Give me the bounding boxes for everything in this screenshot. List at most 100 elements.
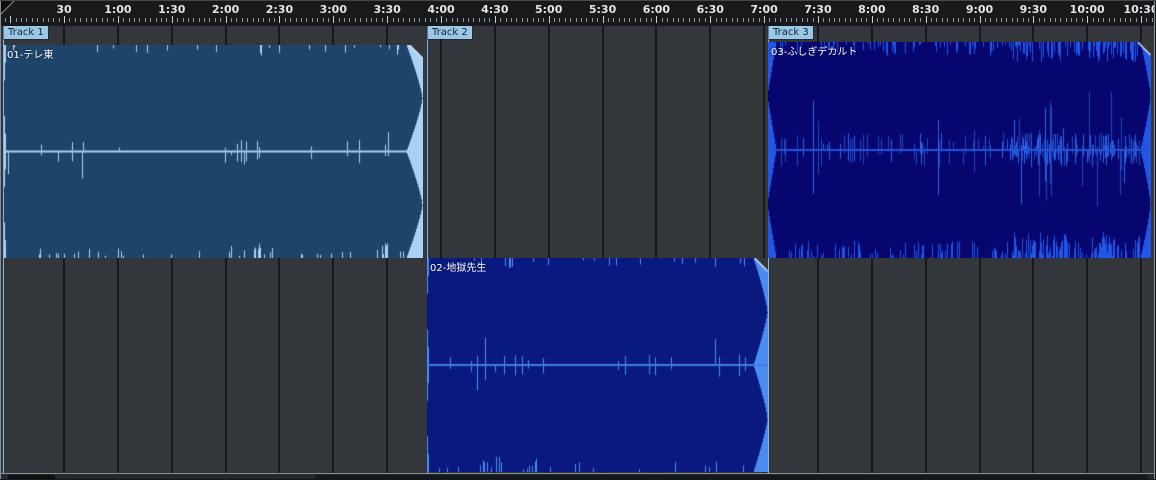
ruler-tick xyxy=(1136,18,1137,22)
ruler-tick xyxy=(441,16,442,23)
ruler-tick xyxy=(651,18,652,22)
ruler-tick xyxy=(662,18,663,22)
ruler-tick xyxy=(667,18,668,22)
ruler-tick xyxy=(786,18,787,22)
ruler-tick xyxy=(624,18,625,22)
ruler-tick xyxy=(118,16,119,23)
ruler-tick xyxy=(780,18,781,22)
ruler-tick xyxy=(683,18,684,22)
ruler-tick xyxy=(1120,18,1121,22)
ruler-tick xyxy=(107,18,108,22)
ruler-tick xyxy=(1001,18,1002,22)
ruler-tick xyxy=(856,18,857,22)
ruler-tick xyxy=(91,18,92,22)
ruler-tick xyxy=(339,18,340,22)
ruler-tick xyxy=(53,18,54,22)
ruler-tick xyxy=(1125,18,1126,22)
ruler-tick xyxy=(306,18,307,22)
ruler-time-label: 7:00 xyxy=(750,3,778,16)
ruler-time-label: 10:30 xyxy=(1123,3,1156,16)
scrollbar-segment[interactable] xyxy=(315,475,1148,479)
ruler-tick xyxy=(484,18,485,22)
ruler-tick xyxy=(592,18,593,22)
ruler-tick xyxy=(533,18,534,22)
ruler-tick xyxy=(581,18,582,22)
ruler-tick xyxy=(43,18,44,22)
ruler-tick xyxy=(333,16,334,23)
ruler-tick xyxy=(516,18,517,22)
ruler-tick xyxy=(312,18,313,22)
clip-03[interactable]: 03-ふしぎデカルト xyxy=(768,42,1151,258)
ruler-time-label: 6:00 xyxy=(642,3,671,16)
ruler-tick xyxy=(845,18,846,22)
ruler-tick xyxy=(425,18,426,22)
ruler-tick xyxy=(1093,18,1094,22)
ruler-tick xyxy=(247,18,248,22)
ruler-tick xyxy=(974,18,975,22)
ruler-tick xyxy=(721,18,722,22)
clip-02[interactable]: 02-地獄先生 xyxy=(427,258,768,472)
ruler-tick xyxy=(732,18,733,22)
ruler-tick xyxy=(296,18,297,22)
clip-label: 02-地獄先生 xyxy=(430,263,487,274)
ruler-tick xyxy=(69,18,70,22)
ruler-tick xyxy=(26,18,27,22)
ruler-tick xyxy=(1050,18,1051,22)
ruler-time-label: 8:00 xyxy=(858,3,886,16)
clip-01[interactable]: 01-テレ東 xyxy=(4,45,423,258)
ruler-tick xyxy=(139,18,140,22)
ruler-tick xyxy=(366,18,367,22)
ruler-tick xyxy=(1082,18,1083,22)
ruler-tick xyxy=(829,18,830,22)
ruler-tick xyxy=(204,18,205,22)
ruler-tick xyxy=(791,18,792,22)
ruler-tick xyxy=(947,18,948,22)
ruler-tick xyxy=(446,18,447,22)
track-badge-2[interactable]: Track 2 xyxy=(428,26,472,39)
horizontal-scrollbar[interactable] xyxy=(0,474,1156,480)
ruler-tick xyxy=(414,18,415,22)
ruler-tick xyxy=(877,18,878,22)
ruler-tick xyxy=(538,18,539,22)
ruler-tick xyxy=(1152,18,1153,22)
ruler-tick xyxy=(1044,18,1045,22)
ruler-tick xyxy=(96,18,97,22)
ruler-tick xyxy=(629,18,630,22)
ruler-tick xyxy=(527,18,528,22)
ruler-tick xyxy=(990,18,991,22)
ruler-tick xyxy=(802,18,803,22)
ruler-tick xyxy=(899,18,900,22)
ruler-tick xyxy=(1103,18,1104,22)
ruler-tick xyxy=(376,18,377,22)
ruler-tick xyxy=(183,18,184,22)
ruler-tick xyxy=(850,18,851,22)
ruler-tick xyxy=(1039,18,1040,22)
timeline-ruler[interactable]: 30 1:00 1:30 2:00 2:30 3:00 3:30 4:00 4:30 5:00 5:… xyxy=(0,0,1156,26)
ruler-tick xyxy=(619,18,620,22)
track-badge-3[interactable]: Track 3 xyxy=(769,26,813,39)
ruler-tick xyxy=(511,18,512,22)
ruler-tick xyxy=(409,18,410,22)
ruler-tick xyxy=(759,18,760,22)
ruler-tick xyxy=(156,18,157,22)
ruler-tick xyxy=(113,18,114,22)
waveform-canvas xyxy=(768,42,1151,258)
ruler-tick xyxy=(834,18,835,22)
ruler-tick xyxy=(980,16,981,23)
ruler-tick xyxy=(1006,18,1007,22)
scrollbar-segment[interactable] xyxy=(8,475,55,479)
ruler-tick xyxy=(452,18,453,22)
ruler-tick xyxy=(1109,18,1110,22)
ruler-tick xyxy=(559,18,560,22)
ruler-tick xyxy=(269,18,270,22)
ruler-tick xyxy=(328,18,329,22)
waveform-canvas xyxy=(4,45,423,258)
ruler-tick xyxy=(640,18,641,22)
ruler-tick xyxy=(969,18,970,22)
ruler-tick xyxy=(506,18,507,22)
ruler-time-label: 5:30 xyxy=(588,3,617,16)
ruler-tick xyxy=(64,16,65,23)
ruler-tick xyxy=(393,18,394,22)
track-badge-1[interactable]: Track 1 xyxy=(4,26,48,39)
ruler-tick xyxy=(166,18,167,22)
